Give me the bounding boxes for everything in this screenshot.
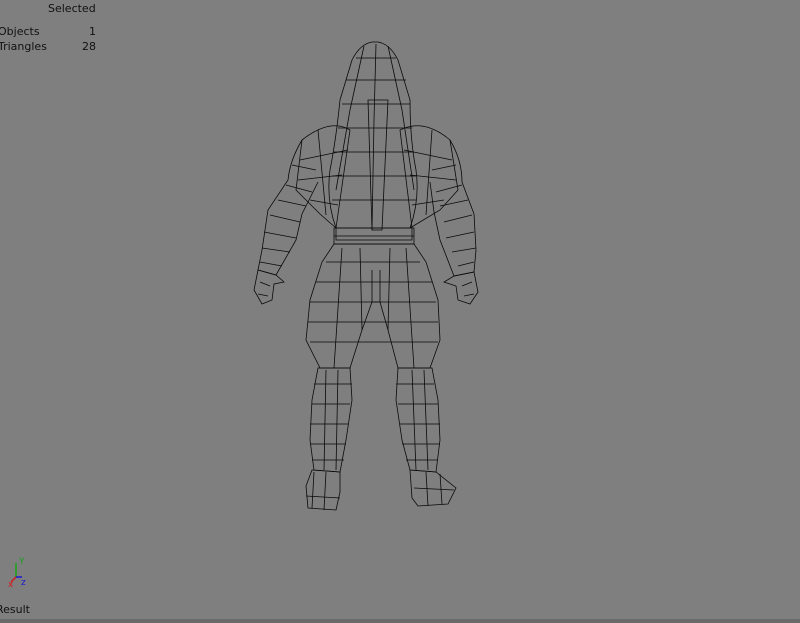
left-boot <box>305 469 341 511</box>
axis-x-label: x <box>8 580 14 589</box>
axis-y-label: Y <box>18 557 25 567</box>
right-boot <box>409 469 457 507</box>
wireframe-character-model[interactable] <box>0 0 800 623</box>
axis-gizmo: Y x z <box>8 557 26 589</box>
torso-outline <box>295 125 459 241</box>
pelvis <box>305 243 441 369</box>
3d-viewport[interactable]: Selected Objects 1 Triangles 28 Y x z es… <box>0 0 800 623</box>
bottom-bar <box>0 619 800 623</box>
axis-z-label: z <box>21 578 26 588</box>
left-arm <box>257 139 319 276</box>
status-text: Result <box>0 603 30 616</box>
